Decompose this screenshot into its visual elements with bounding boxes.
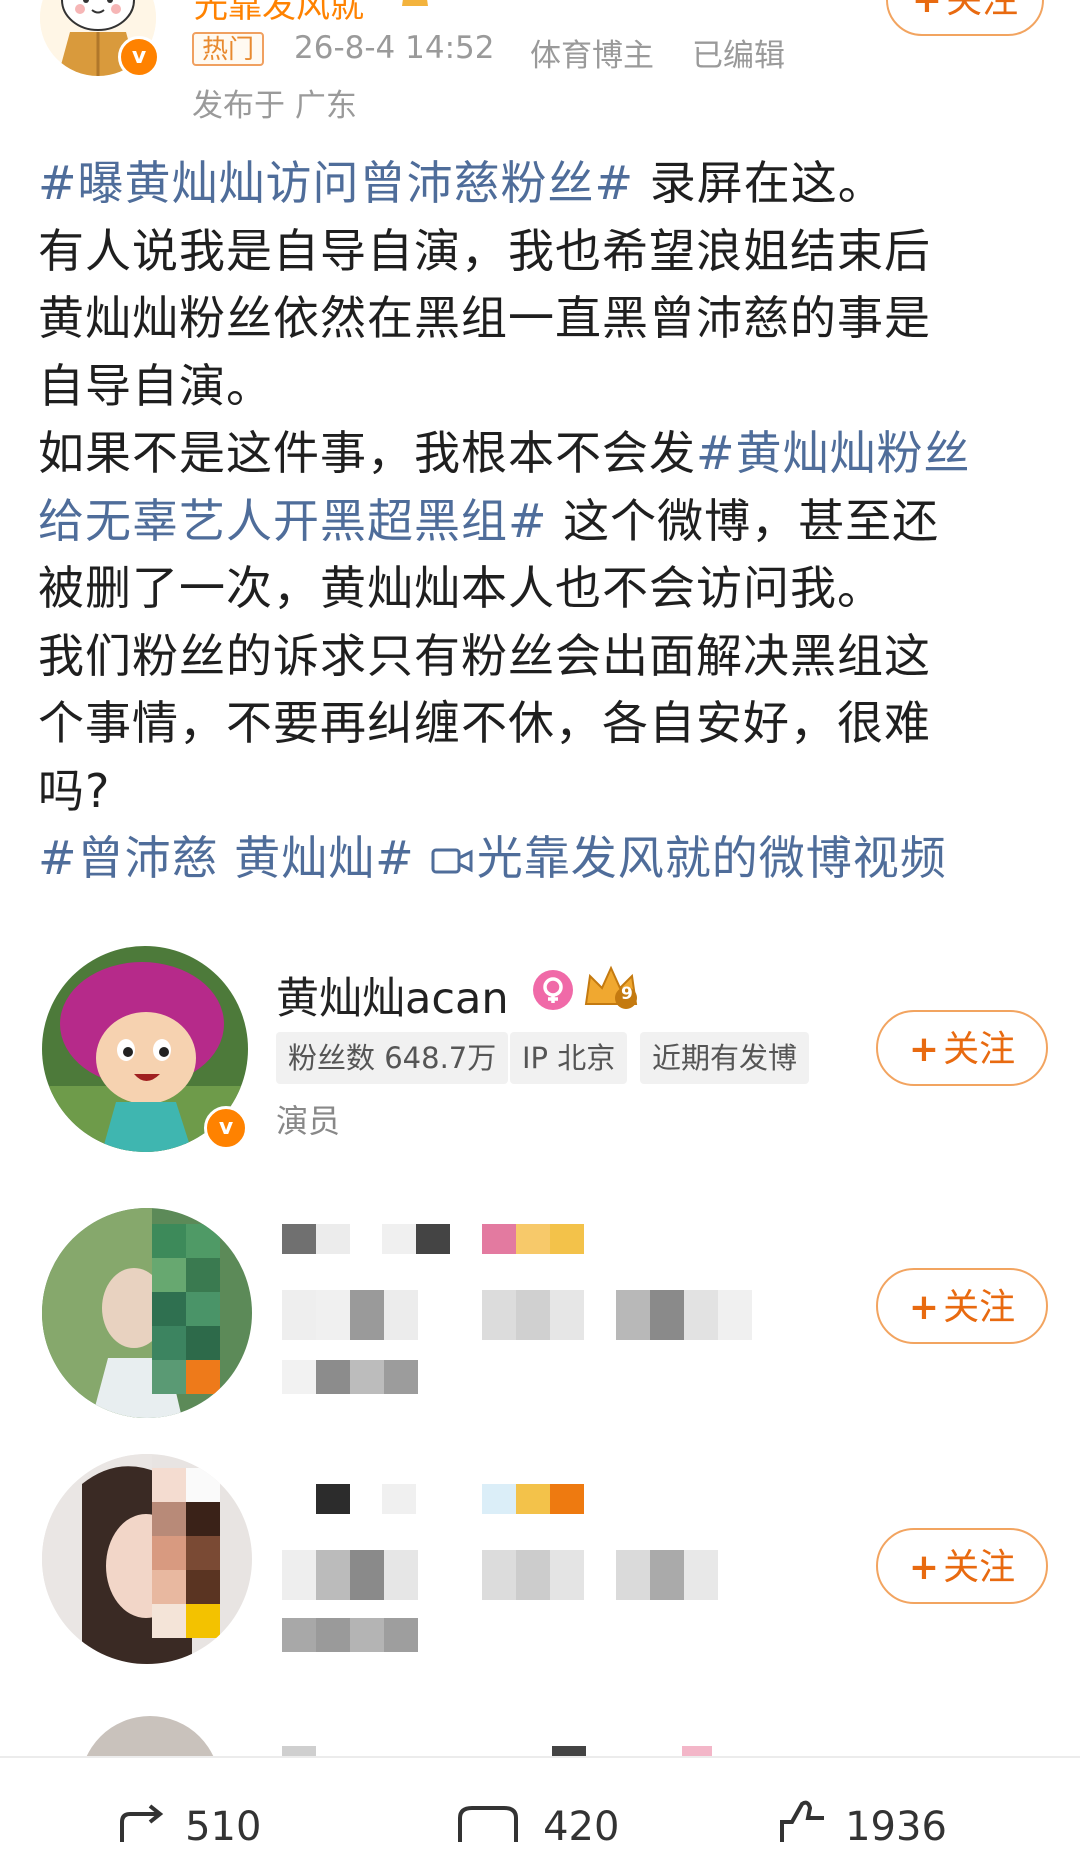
blurred-user-info	[282, 1746, 712, 1756]
follow-author-button[interactable]: + 关注	[886, 0, 1044, 36]
author-category: 体育博主	[530, 38, 654, 74]
fans-count-chip: 粉丝数 648.7万	[276, 1032, 509, 1084]
avatar-partial	[80, 1716, 220, 1756]
post-line: 自导自演。	[38, 358, 273, 413]
video-link[interactable]: 光靠发风就的微博视频	[431, 831, 947, 885]
post-date: 26-8-4 14:52	[294, 30, 495, 66]
recommended-user-avatar[interactable]	[42, 1208, 252, 1418]
plus-icon: +	[908, 1287, 940, 1328]
repost-button[interactable]: 510	[118, 1804, 261, 1850]
female-gender-icon	[533, 970, 573, 1010]
post-line: 如果不是这件事，我根本不会发#黄灿灿粉丝	[38, 426, 971, 480]
ip-location-chip: IP 北京	[510, 1032, 628, 1084]
post-line: #曝黄灿灿访问曾沛慈粉丝# 录屏在这。	[38, 156, 885, 210]
crown-icon	[402, 0, 428, 6]
recommended-user-role: 演员	[276, 1102, 341, 1140]
like-button[interactable]: 1936	[778, 1798, 947, 1850]
recent-post-chip: 近期有发博	[640, 1032, 810, 1084]
comment-icon	[458, 1806, 518, 1842]
edited-label: 已编辑	[692, 38, 785, 74]
post-body: #曝黄灿灿访问曾沛慈粉丝# 录屏在这。 有人说我是自导自演，我也希望浪姐结束后 …	[38, 150, 1048, 893]
pixelated-photo-icon	[42, 1208, 252, 1418]
post-line: #曾沛慈 黄灿灿# 光靠发风就的微博视频	[38, 825, 1048, 893]
video-camera-icon	[431, 848, 473, 874]
post-line: 个事情，不要再纠缠不休，各自安好，很难	[38, 696, 931, 750]
post-line: 被删了一次，黄灿灿本人也不会访问我。	[38, 561, 884, 615]
comment-button[interactable]: 420	[452, 1804, 619, 1850]
plus-icon: +	[908, 1547, 940, 1588]
follow-recommended-user-button[interactable]: + 关注	[876, 1010, 1048, 1086]
pixelated-photo-icon	[42, 1454, 252, 1664]
plus-icon: +	[908, 1029, 940, 1070]
recommended-user-name[interactable]: 黄灿灿acan	[276, 964, 509, 1026]
recommended-user-avatar[interactable]	[60, 1716, 220, 1756]
post-line: 我们粉丝的诉求只有粉丝会出面解决黑组这	[38, 628, 931, 683]
hashtag-link[interactable]: #曾沛慈 黄灿灿#	[38, 831, 415, 885]
author-name[interactable]: 光靠发风就	[194, 0, 364, 27]
verified-badge-icon: v	[204, 1106, 248, 1150]
post-line: 给无辜艺人开黑超黑组# 这个微博，甚至还	[38, 493, 940, 548]
post-line: 黄灿灿粉丝依然在黑组一直黑曾沛慈的事是	[38, 291, 931, 345]
hashtag-link[interactable]: #曝黄灿灿访问曾沛慈粉丝#	[38, 156, 634, 210]
hashtag-link[interactable]: 给无辜艺人开黑超黑组#	[38, 494, 548, 548]
blurred-user-info	[282, 1224, 802, 1404]
blurred-user-info	[282, 1484, 802, 1654]
hot-tag: 热门	[192, 32, 265, 66]
thumbs-up-icon	[780, 1800, 824, 1842]
bottom-bar-divider	[0, 1756, 1080, 1758]
follow-user-button[interactable]: + 关注	[876, 1268, 1048, 1344]
post-line: 有人说我是自导自演，我也希望浪姐结束后	[38, 223, 931, 278]
follow-user-button[interactable]: + 关注	[876, 1528, 1048, 1604]
crown-level-badge: 9	[582, 962, 640, 1012]
plus-icon: +	[911, 0, 943, 21]
verified-badge-icon: v	[118, 36, 160, 78]
hashtag-link[interactable]: #黄灿灿粉丝	[696, 426, 971, 480]
post-location: 发布于 广东	[192, 88, 357, 124]
recommended-user-avatar[interactable]	[42, 1454, 252, 1664]
post-line: 吗?	[38, 763, 111, 818]
repost-icon	[120, 1804, 164, 1842]
